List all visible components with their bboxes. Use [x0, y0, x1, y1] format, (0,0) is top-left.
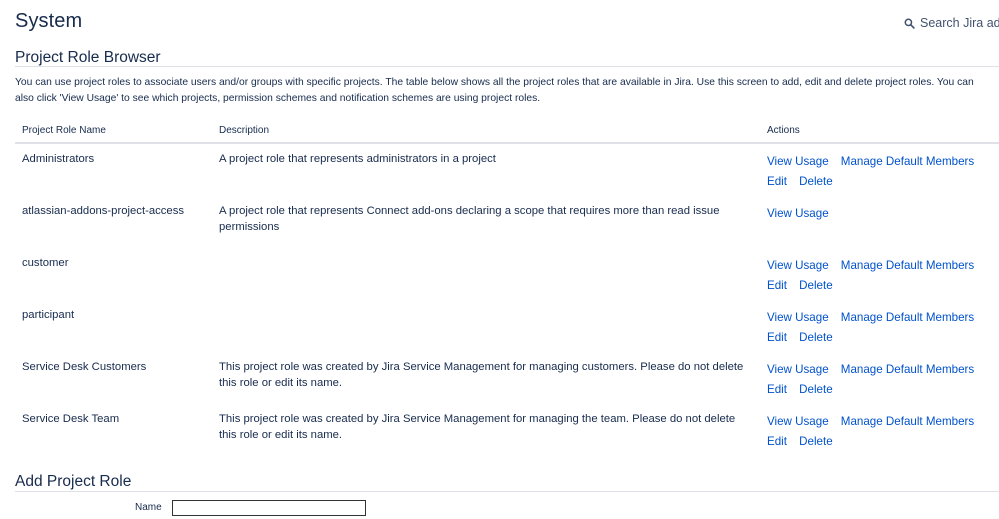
role-actions: View Usage Manage Default Members Edit D…: [760, 300, 999, 352]
role-actions: View Usage Manage Default Members Edit D…: [760, 352, 999, 404]
manage-default-members-link[interactable]: Manage Default Members: [841, 311, 974, 324]
edit-link[interactable]: Edit: [767, 331, 787, 344]
edit-link[interactable]: Edit: [767, 175, 787, 188]
header-description: Description: [212, 120, 760, 144]
role-description: This project role was created by Jira Se…: [219, 361, 744, 389]
role-actions: View Usage: [760, 196, 999, 248]
view-usage-link[interactable]: View Usage: [767, 311, 829, 324]
delete-link[interactable]: Delete: [799, 279, 833, 292]
intro-text: You can use project roles to associate u…: [15, 75, 999, 107]
search-link[interactable]: Search Jira adm: [904, 16, 999, 30]
table-row: customer View Usage Manage Default Membe…: [15, 248, 999, 300]
search-label: Search Jira adm: [920, 16, 999, 30]
delete-link[interactable]: Delete: [799, 331, 833, 344]
delete-link[interactable]: Delete: [799, 383, 833, 396]
table-row: participant View Usage Manage Default Me…: [15, 300, 999, 352]
section-title-add-role: Add Project Role: [15, 473, 132, 490]
role-actions: View Usage Manage Default Members Edit D…: [760, 248, 999, 300]
manage-default-members-link[interactable]: Manage Default Members: [841, 415, 974, 428]
edit-link[interactable]: Edit: [767, 279, 787, 292]
role-name: participant: [22, 309, 75, 321]
role-name: atlassian-addons-project-access: [22, 205, 185, 217]
name-label: Name: [135, 502, 162, 513]
delete-link[interactable]: Delete: [799, 435, 833, 448]
header-actions: Actions: [760, 120, 999, 144]
role-name: Service Desk Team: [22, 413, 120, 425]
divider: [15, 491, 999, 492]
divider: [15, 66, 999, 67]
role-actions: View Usage Manage Default Members Edit D…: [760, 404, 999, 456]
role-description: This project role was created by Jira Se…: [219, 413, 736, 441]
manage-default-members-link[interactable]: Manage Default Members: [841, 259, 974, 272]
view-usage-link[interactable]: View Usage: [767, 207, 829, 220]
view-usage-link[interactable]: View Usage: [767, 155, 829, 168]
intro-line: You can use project roles to associate u…: [15, 77, 974, 88]
role-description: [212, 300, 760, 352]
role-name-input[interactable]: [172, 500, 366, 516]
role-description: A project role that represents administr…: [219, 153, 496, 165]
search-icon: [904, 18, 915, 29]
page-title: System: [15, 10, 83, 32]
table-row: Service Desk Customers This project role…: [15, 352, 999, 404]
manage-default-members-link[interactable]: Manage Default Members: [841, 155, 974, 168]
role-name: Administrators: [22, 153, 95, 165]
table-row: atlassian-addons-project-access A projec…: [15, 196, 999, 248]
role-actions: View Usage Manage Default Members Edit D…: [760, 143, 999, 196]
table-header-row: Project Role Name Description Actions: [15, 120, 999, 144]
role-name: customer: [22, 257, 69, 269]
table-row: Administrators A project role that repre…: [15, 143, 999, 196]
table-row: Service Desk Team This project role was …: [15, 404, 999, 456]
manage-default-members-link[interactable]: Manage Default Members: [841, 363, 974, 376]
role-description: A project role that represents Connect a…: [219, 205, 720, 233]
view-usage-link[interactable]: View Usage: [767, 415, 829, 428]
role-name: Service Desk Customers: [22, 361, 147, 373]
view-usage-link[interactable]: View Usage: [767, 363, 829, 376]
role-description: [212, 248, 760, 300]
view-usage-link[interactable]: View Usage: [767, 259, 829, 272]
section-title-browser: Project Role Browser: [15, 49, 161, 66]
edit-link[interactable]: Edit: [767, 435, 787, 448]
intro-line: also click 'View Usage' to see which pro…: [15, 93, 541, 104]
project-roles-table: Project Role Name Description Actions Ad…: [15, 120, 999, 456]
delete-link[interactable]: Delete: [799, 175, 833, 188]
header-name: Project Role Name: [15, 120, 212, 144]
edit-link[interactable]: Edit: [767, 383, 787, 396]
